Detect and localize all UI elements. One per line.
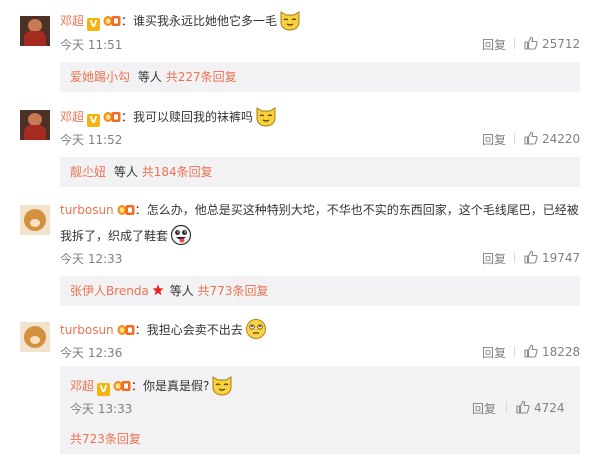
cat-emoji-icon	[255, 105, 277, 127]
verified-badge-icon: V	[87, 18, 101, 31]
nested-like-button[interactable]: 4724	[516, 400, 565, 415]
thumbs-up-icon	[524, 250, 538, 264]
verified-badge-icon: V	[87, 114, 101, 127]
like-count: 24220	[542, 132, 581, 146]
like-count: 19747	[542, 251, 581, 265]
sub-reply-author[interactable]: 靓尐妞	[60, 165, 106, 179]
comment-time: 今天 11:51	[60, 38, 123, 52]
sub-reply-author[interactable]: 爱她踢小勾	[60, 70, 130, 84]
divider	[514, 252, 515, 263]
divider	[514, 133, 515, 144]
username-link[interactable]: turbosun	[60, 203, 114, 217]
divider	[506, 402, 507, 413]
like-button[interactable]: 18228	[524, 344, 580, 359]
thumbs-up-icon	[524, 344, 538, 358]
verified-badge-icon: V	[97, 383, 111, 396]
sub-replies-box[interactable]: 靓尐妞 等人 共184条回复	[60, 157, 580, 187]
username-link[interactable]: turbosun	[60, 323, 114, 337]
tongue-face-emoji-icon	[170, 224, 192, 246]
nested-reply-button[interactable]: 回复	[472, 400, 496, 417]
sub-reply-count[interactable]: 共184条回复	[142, 165, 213, 179]
comment-body: turbosun ：我担心会卖不出去	[60, 318, 267, 340]
avatar[interactable]	[20, 110, 50, 140]
reply-button[interactable]: 回复	[482, 250, 506, 267]
thumbs-up-icon	[524, 131, 538, 145]
like-count: 4724	[534, 401, 565, 415]
reply-button[interactable]: 回复	[482, 131, 506, 148]
avatar[interactable]	[20, 16, 50, 46]
like-button[interactable]: 19747	[524, 250, 580, 265]
like-count: 18228	[542, 345, 581, 359]
nested-reply-time: 今天 13:33	[70, 402, 133, 416]
nested-reply-body: 邓超 V ：你是真是假?	[70, 374, 233, 396]
comment-text: 谁买我永远比她他它多一毛	[133, 14, 278, 28]
avatar[interactable]	[20, 205, 50, 235]
comment-body: turbosun ：怎么办，他总是买这种特别大坨，不华也不实的东西回家，这个毛线尾…	[60, 203, 579, 217]
comment-text-line2: 我拆了，织成了鞋套	[60, 229, 169, 243]
vip-badge-icon	[113, 379, 131, 392]
comment-body-line2: 我拆了，织成了鞋套	[60, 224, 192, 246]
like-button[interactable]: 24220	[524, 131, 580, 146]
like-button[interactable]: 25712	[524, 36, 580, 51]
sub-reply-author[interactable]: 张伊人Brenda	[60, 284, 149, 298]
vip-badge-icon	[103, 110, 121, 123]
total-replies-link[interactable]: 共723条回复	[70, 430, 141, 447]
comment-text: 我担心会卖不出去	[146, 323, 243, 337]
username-link[interactable]: 邓超	[60, 14, 84, 28]
nested-reply-box: 邓超 V ：你是真是假? 今天 13:33 回复 4724 共723条回复	[60, 366, 580, 454]
username-link[interactable]: 邓超	[70, 379, 94, 393]
sub-reply-count[interactable]: 共227条回复	[166, 70, 237, 84]
divider	[514, 346, 515, 357]
thumbs-up-icon	[516, 400, 530, 414]
divider	[514, 38, 515, 49]
vip-badge-icon	[117, 203, 135, 216]
comment-text: 我可以赎回我的袜裤吗	[133, 110, 254, 124]
sub-replies-box[interactable]: 张伊人Brenda 等人 共773条回复	[60, 276, 580, 306]
comment-time: 今天 12:33	[60, 252, 123, 266]
vip-badge-icon	[103, 14, 121, 27]
thumbs-up-icon	[524, 36, 538, 50]
cat-emoji-icon	[279, 9, 301, 31]
like-count: 25712	[542, 37, 581, 51]
sub-replies-box[interactable]: 爱她踢小勾 等人 共227条回复	[60, 62, 580, 92]
sub-reply-middle: 等人	[113, 165, 138, 179]
reply-button[interactable]: 回复	[482, 36, 506, 53]
comment-time: 今天 12:36	[60, 346, 123, 360]
avatar[interactable]	[20, 322, 50, 352]
sub-reply-count[interactable]: 共773条回复	[198, 284, 269, 298]
comment-body: 邓超 V ：谁买我永远比她他它多一毛	[60, 9, 301, 31]
sub-reply-middle: 等人	[169, 284, 194, 298]
cat-emoji-icon	[211, 374, 233, 396]
sub-reply-middle: 等人	[137, 70, 162, 84]
vip-badge-icon	[117, 323, 135, 336]
username-link[interactable]: 邓超	[60, 110, 84, 124]
worried-face-emoji-icon	[245, 318, 267, 340]
reply-button[interactable]: 回复	[482, 344, 506, 361]
comment-time: 今天 11:52	[60, 133, 123, 147]
nested-reply-text: 你是真是假?	[143, 379, 210, 393]
star-badge-icon	[152, 284, 164, 296]
comment-text-line1: 怎么办，他总是买这种特别大坨，不华也不实的东西回家，这个毛线尾巴，已经被	[146, 203, 579, 217]
comment-body: 邓超 V ：我可以赎回我的袜裤吗	[60, 105, 277, 127]
